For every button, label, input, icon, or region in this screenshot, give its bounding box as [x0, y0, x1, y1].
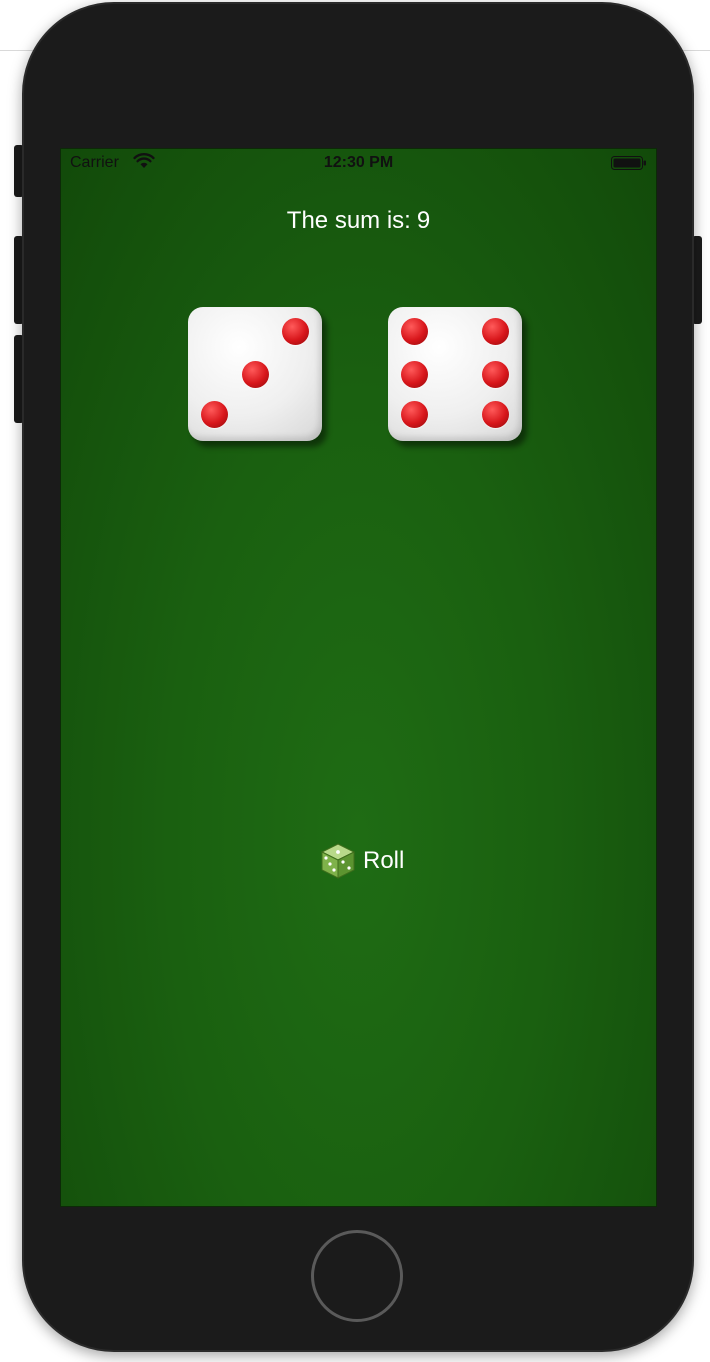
die-pip	[281, 317, 309, 345]
die-pip	[401, 317, 429, 345]
status-time: 12:30 PM	[323, 154, 394, 171]
roll-button[interactable]: Roll	[319, 841, 404, 881]
dice-icon	[320, 843, 356, 879]
die-left	[188, 307, 322, 441]
die-pip	[401, 400, 429, 428]
die-pip	[481, 360, 509, 388]
die-pip	[401, 360, 429, 388]
die-pip	[201, 400, 229, 428]
app-screen: Carrier 12:30 PM The sum is: 9 Roll	[60, 148, 657, 1207]
sum-value: 9	[416, 207, 431, 234]
battery-icon	[611, 156, 646, 170]
die-pip	[481, 317, 509, 345]
die-pip	[241, 360, 269, 388]
die-right	[388, 307, 522, 441]
die-pip	[481, 400, 509, 428]
sum-prefix: The sum is:	[286, 207, 411, 234]
home-button[interactable]	[311, 1230, 403, 1322]
status-bar: Carrier 12:30 PM	[61, 149, 656, 177]
roll-label: Roll	[363, 847, 405, 874]
sum-label: The sum is: 9	[61, 207, 656, 235]
